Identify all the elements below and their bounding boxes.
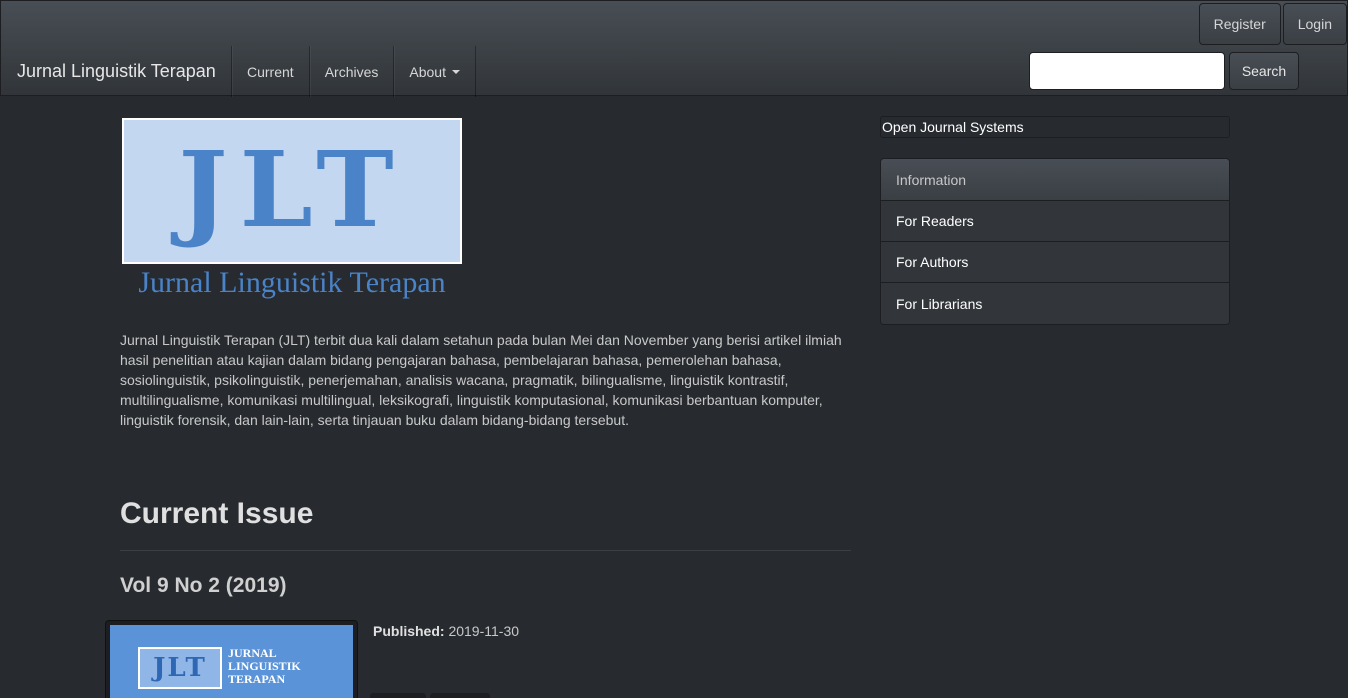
site-brand-link[interactable]: Jurnal Linguistik Terapan: [17, 61, 216, 82]
sidebar-item-for-librarians[interactable]: For Librarians: [881, 283, 1229, 324]
nav-archives[interactable]: Archives: [308, 46, 394, 97]
cover-letters: JLT: [138, 647, 222, 689]
logo-caption: Jurnal Linguistik Terapan: [138, 266, 446, 299]
published-date: 2019-11-30: [448, 623, 520, 639]
nav-current[interactable]: Current: [231, 46, 309, 97]
user-nav: Register Login: [1198, 3, 1347, 45]
cover-journal-name: JURNAL LINGUISTIK TERAPAN: [228, 647, 301, 686]
published-info: Published: 2019-11-30: [373, 623, 519, 639]
caret-down-icon: [451, 69, 460, 74]
logo-letters: JLT: [178, 128, 406, 251]
sidebar-item-for-readers[interactable]: For Readers: [881, 201, 1229, 242]
search-input[interactable]: [1029, 52, 1225, 90]
galley-button[interactable]: [430, 693, 490, 698]
nav-about-label: About: [409, 63, 446, 80]
issue-title-link[interactable]: Vol 9 No 2 (2019): [120, 574, 287, 598]
issue-galley-buttons: [370, 693, 490, 698]
sidebar-item-for-authors[interactable]: For Authors: [881, 242, 1229, 283]
nav-current-label: Current: [247, 63, 294, 80]
top-navbar: Jurnal Linguistik Terapan Current Archiv…: [0, 0, 1348, 97]
cover-artwork: JLT JURNAL LINGUISTIK TERAPAN: [110, 625, 353, 698]
search-button[interactable]: Search: [1229, 52, 1299, 90]
current-issue-heading: Current Issue: [120, 497, 314, 530]
login-button[interactable]: Login: [1282, 3, 1347, 45]
information-heading: Information: [881, 159, 1229, 201]
register-button[interactable]: Register: [1198, 3, 1281, 45]
journal-description: Jurnal Linguistik Terapan (JLT) terbit d…: [120, 332, 842, 428]
primary-nav: Current Archives About: [231, 46, 476, 97]
nav-about-dropdown[interactable]: About: [393, 46, 476, 97]
logo-banner: JLT: [122, 118, 462, 264]
journal-logo[interactable]: JLT Jurnal Linguistik Terapan: [122, 118, 462, 302]
ojs-block: Open Journal Systems: [880, 116, 1230, 138]
information-panel: Information For Readers For Authors For …: [880, 158, 1230, 325]
nav-archives-label: Archives: [324, 63, 379, 80]
published-label: Published:: [373, 623, 445, 639]
cover-name-line: TERAPAN: [228, 672, 286, 686]
ojs-link[interactable]: Open Journal Systems: [881, 119, 1024, 135]
section-divider: [120, 550, 851, 551]
galley-button[interactable]: [370, 693, 426, 698]
issue-cover-image[interactable]: JLT JURNAL LINGUISTIK TERAPAN: [105, 620, 358, 698]
